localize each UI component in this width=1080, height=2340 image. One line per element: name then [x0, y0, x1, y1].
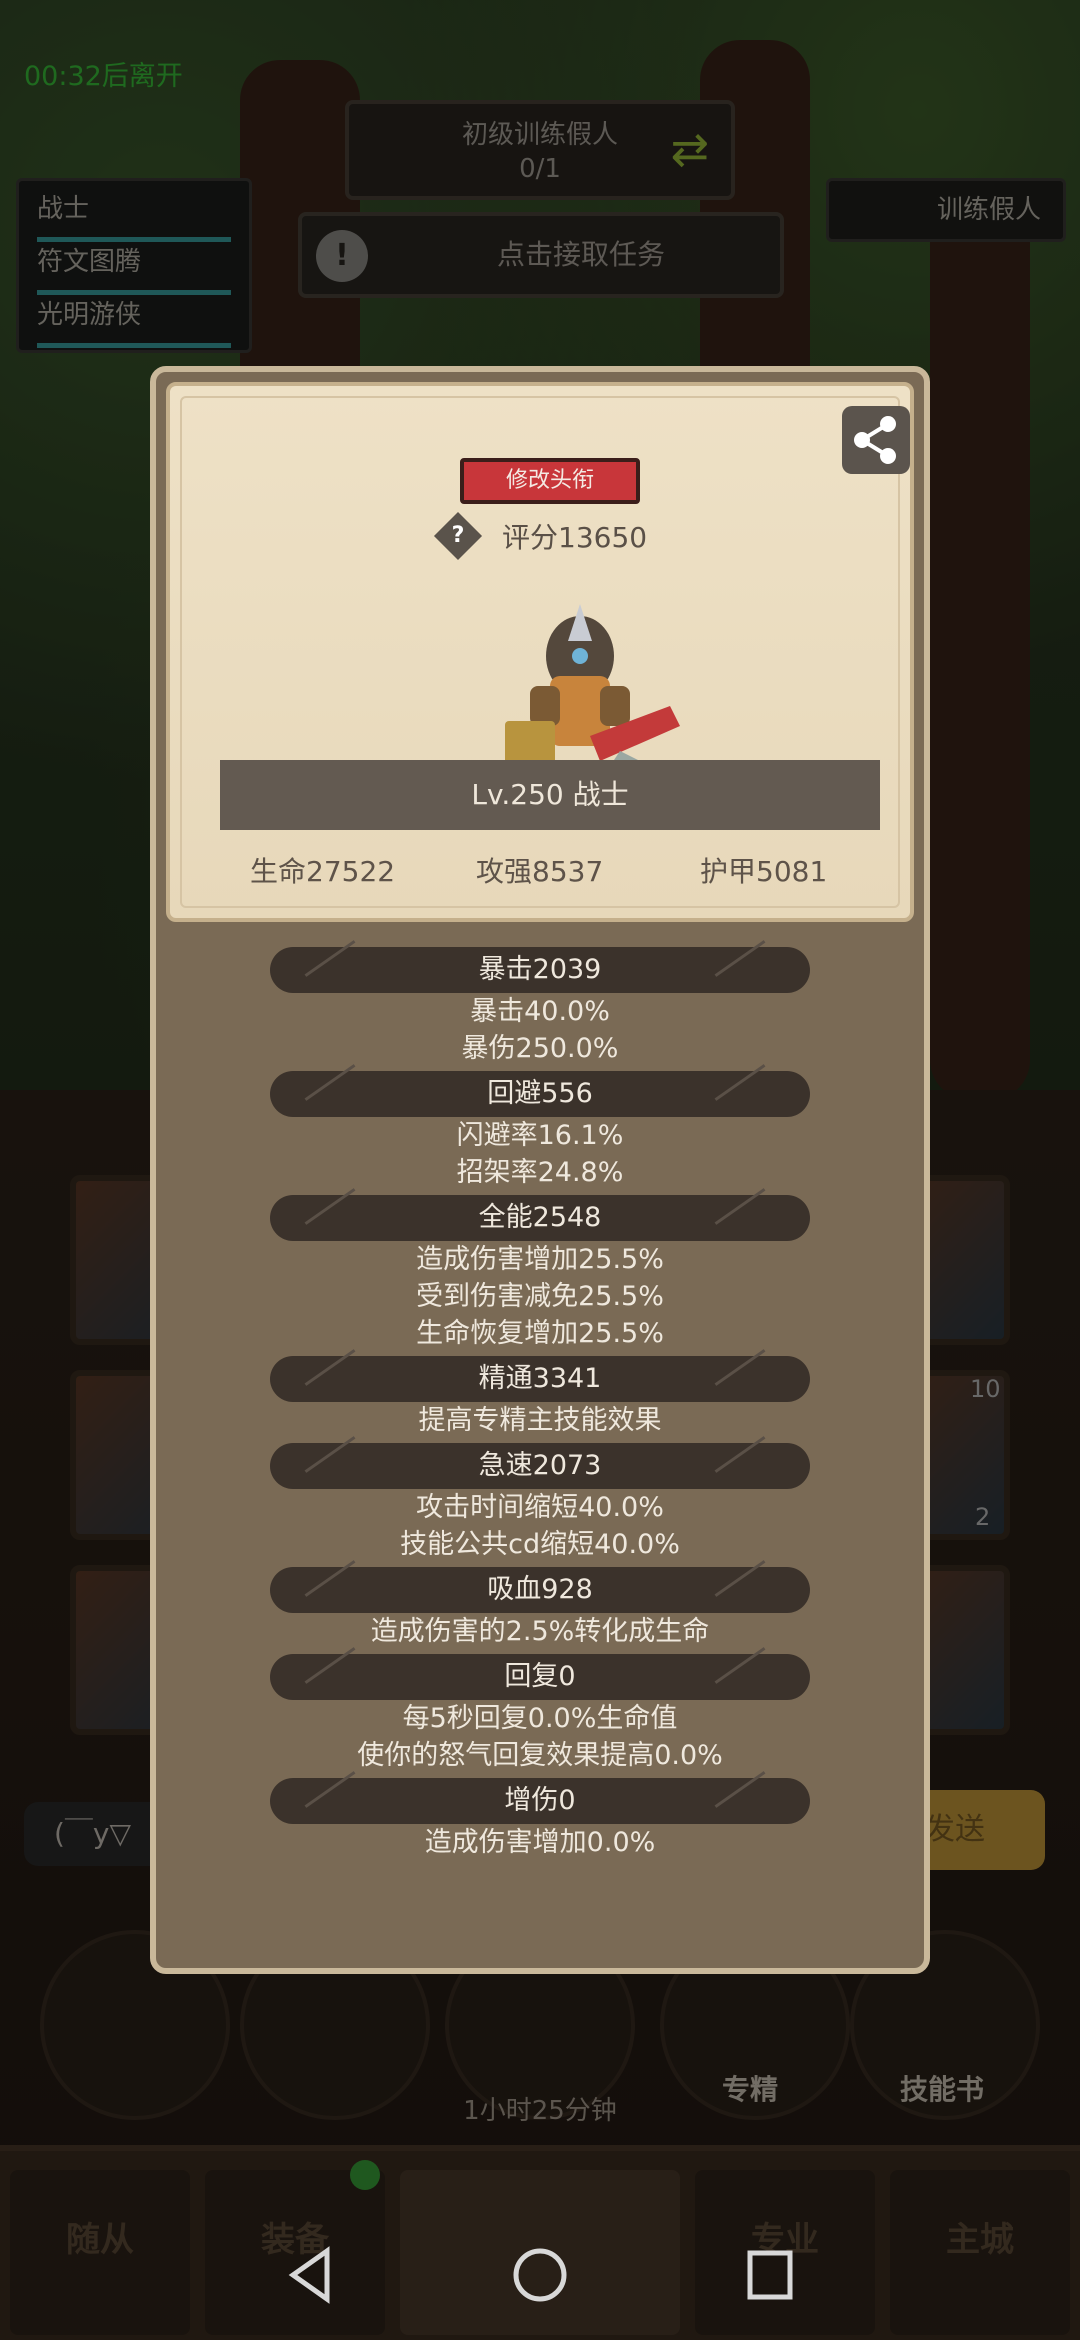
stat-group-mastery: 精通3341 提高专精主技能效果 [156, 1356, 924, 1439]
warrior-avatar [505, 604, 680, 786]
hp-stat: 生命27522 [250, 855, 396, 888]
stat-line: 使你的怒气回复效果提高0.0% [357, 1740, 723, 1771]
stat-header: 全能2548 [270, 1195, 810, 1241]
stat-header: 精通3341 [270, 1356, 810, 1402]
stat-group-versatility: 全能2548 造成伤害增加25.5% 受到伤害减免25.5% 生命恢复增加25.… [156, 1195, 924, 1352]
stat-line: 提高专精主技能效果 [418, 1405, 662, 1436]
stat-header: 回复0 [270, 1654, 810, 1700]
stat-header: 暴击2039 [270, 947, 810, 993]
stat-line: 生命恢复增加25.5% [416, 1318, 664, 1349]
recents-icon[interactable] [745, 2245, 795, 2305]
character-card: 修改头衔 ? 评分13650 Lv.250 战士 生命27522 攻强8537 … [166, 382, 914, 922]
stat-line: 闪避率16.1% [456, 1120, 624, 1151]
question-icon[interactable]: ? [433, 511, 482, 561]
stat-header: 回避556 [270, 1071, 810, 1117]
share-button[interactable] [842, 406, 910, 474]
stat-line: 招架率24.8% [456, 1157, 624, 1188]
character-stats-modal: 修改头衔 ? 评分13650 Lv.250 战士 生命27522 攻强8537 … [150, 366, 930, 1974]
armor-stat: 护甲5081 [700, 855, 828, 888]
score-row: ? 评分13650 [170, 511, 918, 561]
stat-group-haste: 急速2073 攻击时间缩短40.0% 技能公共cd缩短40.0% [156, 1443, 924, 1563]
level-class-bar: Lv.250 战士 [220, 760, 880, 830]
stat-line: 造成伤害的2.5%转化成生命 [370, 1616, 710, 1647]
share-icon [854, 416, 896, 464]
edit-title-button[interactable]: 修改头衔 [460, 458, 640, 504]
back-icon[interactable] [285, 2245, 335, 2305]
stat-group-crit: 暴击2039 暴击40.0% 暴伤250.0% [156, 947, 924, 1067]
home-icon[interactable] [510, 2245, 570, 2305]
secondary-stats-list: 暴击2039 暴击40.0% 暴伤250.0% 回避556 闪避率16.1% 招… [156, 947, 924, 1865]
stat-header: 增伤0 [270, 1778, 810, 1824]
stat-line: 每5秒回复0.0%生命值 [402, 1703, 678, 1734]
stat-header: 急速2073 [270, 1443, 810, 1489]
stat-header: 吸血928 [270, 1567, 810, 1613]
stat-group-damage-bonus: 增伤0 造成伤害增加0.0% [156, 1778, 924, 1861]
stat-line: 攻击时间缩短40.0% [416, 1492, 664, 1523]
stat-line: 造成伤害增加0.0% [424, 1827, 656, 1858]
stat-line: 技能公共cd缩短40.0% [400, 1529, 680, 1560]
stat-group-avoidance: 回避556 闪避率16.1% 招架率24.8% [156, 1071, 924, 1191]
stat-line: 受到伤害减免25.5% [416, 1281, 664, 1312]
stat-line: 造成伤害增加25.5% [416, 1244, 664, 1275]
stat-line: 暴伤250.0% [461, 1033, 619, 1064]
stat-line: 暴击40.0% [470, 996, 610, 1027]
stat-group-leech: 吸血928 造成伤害的2.5%转化成生命 [156, 1567, 924, 1650]
attack-stat: 攻强8537 [476, 855, 604, 888]
stat-group-regen: 回复0 每5秒回复0.0%生命值 使你的怒气回复效果提高0.0% [156, 1654, 924, 1774]
score-value: 评分13650 [502, 521, 648, 554]
